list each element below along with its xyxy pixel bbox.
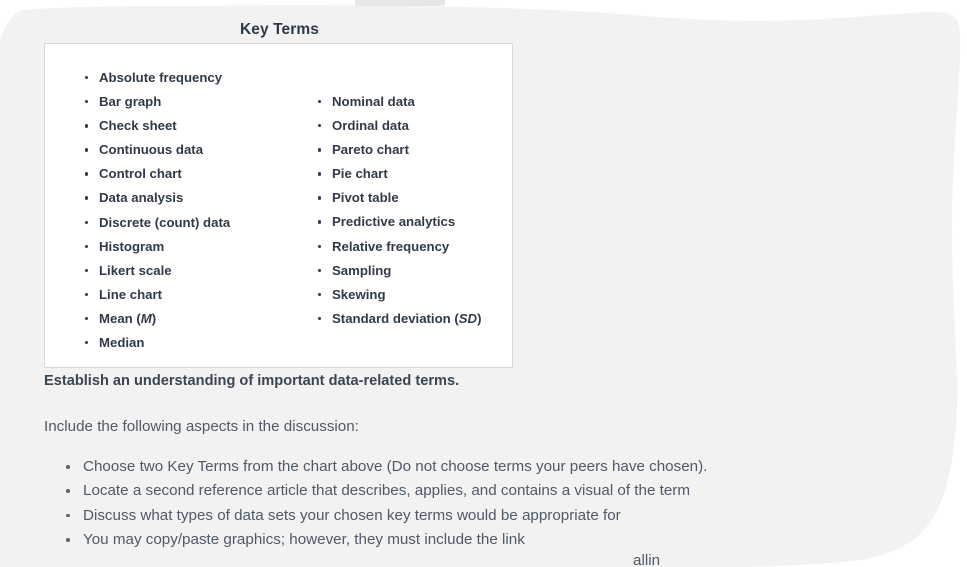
- key-terms-right-column: Nominal data Ordinal data Pareto chart Pie …: [318, 90, 482, 331]
- intro-paragraph: Include the following aspects in the dis…: [44, 418, 359, 435]
- key-term-item: Predictive analytics: [318, 210, 482, 234]
- key-term-item: Ordinal data: [318, 114, 482, 138]
- clipped-bottom-text: allin: [633, 552, 661, 567]
- task-list: Choose two Key Terms from the chart abov…: [64, 455, 924, 553]
- key-term-item: Histogram: [85, 235, 230, 259]
- key-term-item: Likert scale: [85, 259, 230, 283]
- key-terms-box: Absolute frequency Bar graph Check sheet Co…: [44, 43, 513, 368]
- task-list-item: Discuss what types of data sets your cho…: [64, 504, 924, 528]
- task-list-item: You may copy/paste graphics; however, th…: [64, 528, 924, 552]
- key-term-item: Continuous data: [85, 138, 230, 162]
- key-term-item: Data analysis: [85, 186, 230, 210]
- key-term-abbreviation: SD: [458, 310, 478, 326]
- key-term-item: Check sheet: [85, 114, 230, 138]
- key-terms-columns: Absolute frequency Bar graph Check sheet Co…: [45, 44, 512, 367]
- key-term-item: Skewing: [318, 283, 482, 307]
- key-term-item: Bar graph: [85, 90, 230, 114]
- key-term-item: Line chart: [85, 283, 230, 307]
- task-list-item: Locate a second reference article that d…: [64, 479, 924, 503]
- key-term-item: Mean (M): [85, 307, 230, 331]
- key-term-item: Control chart: [85, 162, 230, 186]
- key-term-item: Pivot table: [318, 186, 482, 210]
- key-terms-left-column: Absolute frequency Bar graph Check sheet Co…: [85, 66, 230, 355]
- key-term-item: Nominal data: [318, 90, 482, 114]
- key-term-item: Discrete (count) data: [85, 211, 230, 235]
- key-term-item: Pie chart: [318, 162, 482, 186]
- key-term-item: Median: [85, 331, 230, 355]
- section-heading: Establish an understanding of important …: [44, 373, 460, 389]
- key-term-item: Sampling: [318, 259, 482, 283]
- key-term-item: Relative frequency: [318, 235, 482, 259]
- key-term-item: Pareto chart: [318, 138, 482, 162]
- document-content: Key Terms Absolute frequency Bar graph Che…: [0, 0, 967, 567]
- task-list-item: Choose two Key Terms from the chart abov…: [64, 455, 924, 479]
- key-term-abbreviation: M: [140, 310, 152, 326]
- key-term-item: Standard deviation (SD): [318, 307, 482, 331]
- key-terms-title: Key Terms: [239, 21, 319, 38]
- key-term-item: Absolute frequency: [85, 66, 230, 90]
